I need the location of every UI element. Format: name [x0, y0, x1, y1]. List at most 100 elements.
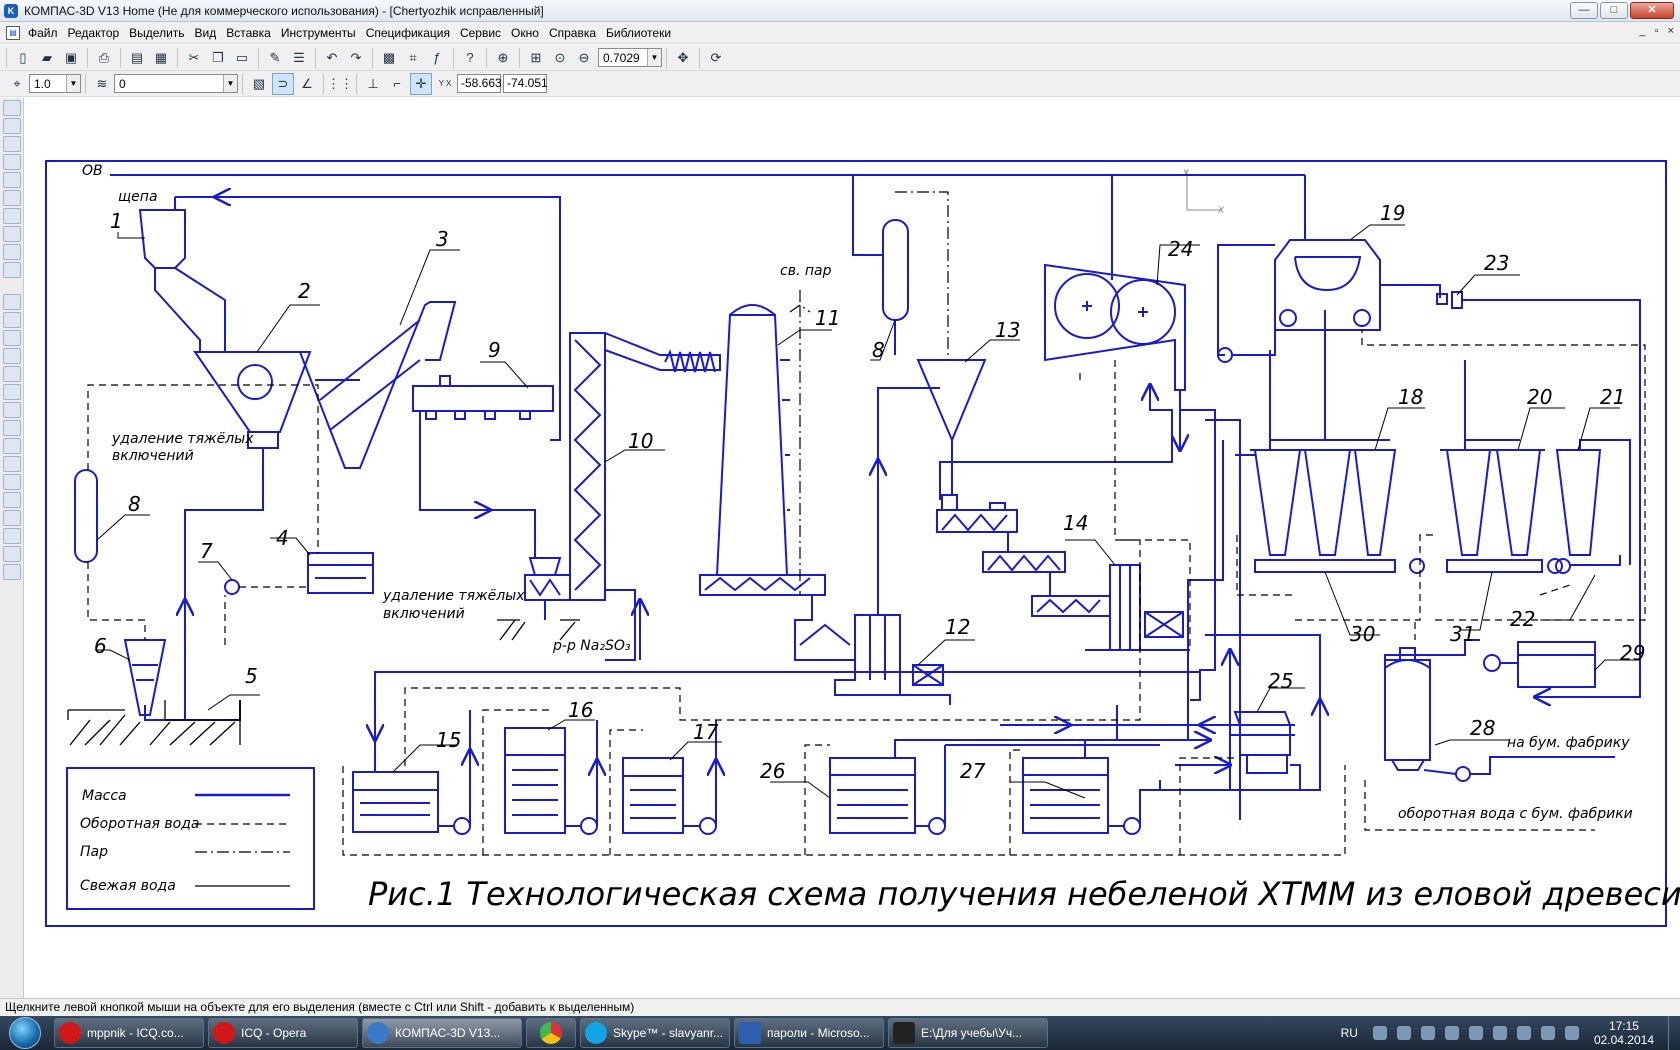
pan-icon[interactable]: ✥: [672, 47, 694, 69]
reports-tool-icon[interactable]: [3, 244, 21, 260]
formula-icon[interactable]: ƒ: [426, 47, 448, 69]
select-tool-icon[interactable]: [3, 208, 21, 224]
paste-icon[interactable]: ▭: [231, 47, 253, 69]
cursor-snap-icon[interactable]: ✛: [410, 72, 432, 95]
maximize-button[interactable]: □: [1600, 2, 1628, 19]
network-icon[interactable]: [1420, 1026, 1435, 1040]
cursor-x-field[interactable]: -58.663: [457, 74, 502, 93]
rectangle-tool-icon[interactable]: [3, 510, 21, 526]
print-icon[interactable]: ⎙: [93, 47, 115, 69]
menu-file[interactable]: Файл: [28, 26, 66, 40]
print-preview-icon[interactable]: ▤: [126, 47, 148, 69]
spline-tool-icon[interactable]: [3, 402, 21, 418]
keyboard-icon[interactable]: [1516, 1026, 1531, 1040]
point-tool-icon[interactable]: [3, 294, 21, 310]
refresh-icon[interactable]: ⟳: [705, 47, 727, 69]
document-icon[interactable]: ▤: [6, 25, 20, 40]
zoom-in-icon[interactable]: ⊙: [549, 47, 571, 69]
list-properties-icon[interactable]: ☰: [288, 47, 310, 69]
properties-brush-icon[interactable]: ✎: [264, 47, 286, 69]
hatch-tool-icon[interactable]: [3, 546, 21, 562]
arc-tool-icon[interactable]: [3, 366, 21, 382]
nvidia-icon[interactable]: [1564, 1026, 1579, 1040]
zoom-combo[interactable]: 0.7029 ▼: [598, 48, 662, 67]
segment-tool-icon[interactable]: [3, 330, 21, 346]
geometry-tool-icon[interactable]: [3, 100, 21, 116]
undo-icon[interactable]: ↶: [321, 47, 343, 69]
minimize-button[interactable]: —: [1570, 2, 1598, 19]
antivirus-icon[interactable]: [1468, 1026, 1483, 1040]
zoom-window-icon[interactable]: ⊕: [492, 47, 514, 69]
cursor-y-field[interactable]: -74.051: [503, 74, 548, 93]
polyline-tool-icon[interactable]: [3, 420, 21, 436]
zoom-out-icon[interactable]: ⊖: [573, 47, 595, 69]
notation-tool-icon[interactable]: [3, 136, 21, 152]
taskbar-item-skype[interactable]: Skype™ - slavyanr...: [580, 1018, 730, 1048]
download-icon[interactable]: [1396, 1026, 1411, 1040]
drawing-canvas[interactable]: X Y ОВ щепа удаление тяжёлых включений у…: [25, 98, 1680, 998]
menu-select[interactable]: Выделить: [129, 26, 192, 40]
menu-window[interactable]: Окно: [511, 26, 547, 40]
ortho-icon[interactable]: ⌐: [386, 73, 408, 95]
close-button[interactable]: ✕: [1630, 2, 1674, 19]
step-combo[interactable]: 1.0 ▼: [29, 74, 81, 93]
layers-icon[interactable]: ≋: [91, 73, 113, 95]
bezier-tool-icon[interactable]: [3, 456, 21, 472]
menu-view[interactable]: Вид: [195, 26, 225, 40]
language-indicator[interactable]: RU: [1341, 1026, 1358, 1040]
manager-icon[interactable]: ▩: [378, 47, 400, 69]
chamfer-tool-icon[interactable]: [3, 474, 21, 490]
local-cs-icon[interactable]: ∠: [296, 73, 318, 95]
tree-icon[interactable]: ⌗: [402, 47, 424, 69]
menu-service[interactable]: Сервис: [460, 26, 509, 40]
doc-restore-button[interactable]: ▫: [1655, 25, 1659, 37]
parametrization-tool-icon[interactable]: [3, 172, 21, 188]
measure-tool-icon[interactable]: [3, 190, 21, 206]
snap-magnet-icon[interactable]: ⊃: [272, 72, 294, 95]
start-button[interactable]: [0, 1016, 50, 1050]
cut-icon[interactable]: ✂: [183, 47, 205, 69]
properties-icon[interactable]: ▧: [248, 73, 270, 95]
open-folder-icon[interactable]: ▰: [36, 47, 58, 69]
menu-libraries[interactable]: Библиотеки: [606, 26, 679, 40]
taskbar-item-explorer[interactable]: E:\Для учебы\Уч...: [888, 1018, 1048, 1048]
menu-editor[interactable]: Редактор: [68, 26, 128, 40]
copy-icon[interactable]: ❐: [207, 47, 229, 69]
taskbar-item-icq-mppnik[interactable]: mppnik - ICQ.co...: [54, 1018, 204, 1048]
signal-icon[interactable]: [1492, 1026, 1507, 1040]
taskbar-item-kompas[interactable]: КОМПАС-3D V13...: [362, 1018, 522, 1048]
show-desktop-button[interactable]: [1668, 1016, 1680, 1050]
doc-minimize-button[interactable]: _: [1640, 25, 1646, 37]
kompas-app-icon[interactable]: K: [4, 3, 18, 18]
edit-tool-icon[interactable]: [3, 154, 21, 170]
help-cursor-icon[interactable]: ?: [459, 47, 481, 69]
taskbar-item-chrome[interactable]: [526, 1018, 576, 1048]
menu-help[interactable]: Справка: [549, 26, 604, 40]
zoom-all-icon[interactable]: ⊞: [525, 47, 547, 69]
doc-close-button[interactable]: ×: [1668, 25, 1674, 37]
grid-icon[interactable]: ⋮⋮: [327, 73, 353, 95]
redo-icon[interactable]: ↷: [345, 47, 367, 69]
new-file-icon[interactable]: ▯: [12, 47, 34, 69]
tray-expand-icon[interactable]: [1372, 1026, 1387, 1040]
line-tool-icon[interactable]: [3, 312, 21, 328]
chevron-down-icon[interactable]: ▼: [647, 49, 661, 66]
clock[interactable]: 17:15 02.04.2014: [1594, 1019, 1654, 1047]
volume-icon[interactable]: [1444, 1026, 1459, 1040]
menu-tools[interactable]: Инструменты: [281, 26, 364, 40]
contour-tool-icon[interactable]: [3, 564, 21, 580]
flag-icon[interactable]: [1540, 1026, 1555, 1040]
taskbar-item-word[interactable]: пароли - Microso...: [734, 1018, 884, 1048]
ellipse-tool-icon[interactable]: [3, 384, 21, 400]
save-icon[interactable]: ▣: [60, 47, 82, 69]
spec-tool-icon[interactable]: [3, 226, 21, 242]
grid-step-icon[interactable]: ⌖: [6, 73, 28, 95]
dimensions-tool-icon[interactable]: [3, 118, 21, 134]
layer-combo[interactable]: 0 ▼: [114, 74, 238, 93]
coordinate-system-icon[interactable]: ⊥: [362, 73, 384, 95]
polygon-tool-icon[interactable]: [3, 528, 21, 544]
menu-specification[interactable]: Спецификация: [366, 26, 458, 40]
menu-insert[interactable]: Вставка: [226, 26, 279, 40]
equidistant-tool-icon[interactable]: [3, 492, 21, 508]
fillet-tool-icon[interactable]: [3, 438, 21, 454]
